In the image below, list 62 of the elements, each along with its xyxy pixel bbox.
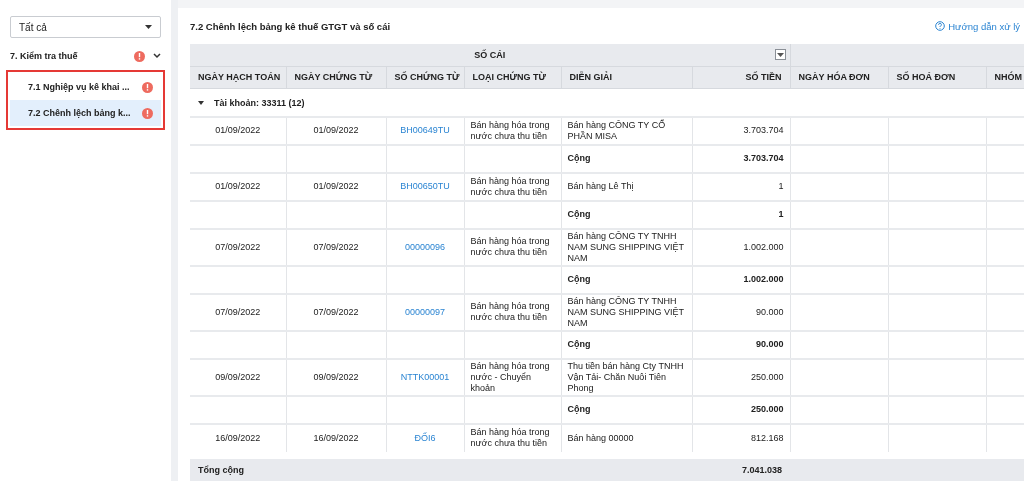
- subtotal-amount: 1: [778, 209, 784, 219]
- tree-item[interactable]: 7.2 Chênh lệch bảng k...: [10, 100, 161, 126]
- table-cell: 09/09/2022: [313, 371, 359, 382]
- subtotal-amount: 1.002.000: [743, 274, 784, 284]
- table-cell: Bán hàng CÔNG TY TNHH NAM SUNG SHIPPING VIỆT NAM: [567, 230, 684, 263]
- chevron-icon[interactable]: [153, 53, 161, 59]
- table-cell: Bán hàng hóa trong nước - Chuyển khoản: [470, 360, 550, 393]
- filter-icon[interactable]: [774, 49, 786, 60]
- subtotal-amount: 90.000: [755, 339, 784, 349]
- table-cell: 250.000: [750, 371, 784, 382]
- table-cell: Thu tiền bán hàng Cty TNHH Vận Tải- Chăn Nuôi Tiên Phong: [567, 360, 684, 393]
- table-cell: 16/09/2022: [215, 432, 261, 443]
- group-label: Tài khoản: 33311 (12): [214, 97, 305, 108]
- total-label: Tổng cộng: [198, 465, 244, 475]
- caret-icon: [145, 25, 152, 29]
- table-cell: Bán hàng hóa trong nước chưa thu tiền: [470, 175, 550, 197]
- help-icon: [935, 21, 946, 31]
- voucher-link[interactable]: 00000096: [404, 241, 445, 252]
- table-cell: Bán hàng hóa trong nước chưa thu tiền: [470, 301, 550, 322]
- subtotal-label: Cộng: [567, 209, 591, 219]
- page-title: 7.2 Chênh lệch bảng kê thuế GTGT và số cái: [190, 20, 391, 32]
- table-cell: 07/09/2022: [215, 241, 261, 252]
- subtotal-label: Cộng: [567, 404, 591, 414]
- subtotal-amount: 250.000: [750, 404, 784, 414]
- table-cell: Bán hàng hóa trong nước chưa thu tiền: [470, 119, 550, 141]
- tree-item[interactable]: 7. Kiểm tra thuế: [10, 44, 161, 68]
- table-cell: Bán hàng CÔNG TY CỔ PHẦN MISA: [567, 119, 666, 141]
- table-cell: 1.002.000: [743, 241, 784, 252]
- column-header: NGÀY HẠCH TOÁN: [190, 66, 286, 88]
- column-group-header: SỐ CÁI: [190, 44, 791, 66]
- table-cell: 1: [778, 181, 784, 191]
- table-cell: 01/09/2022: [313, 125, 359, 135]
- table-cell: 01/09/2022: [215, 125, 261, 135]
- help-link[interactable]: Hướng dẫn xử lý: [935, 20, 1020, 32]
- subtotal-amount: 3.703.704: [743, 153, 784, 163]
- caret-icon[interactable]: [198, 100, 204, 105]
- table-cell: 812.168: [750, 432, 784, 443]
- filter-dropdown[interactable]: Tất cả: [10, 16, 161, 38]
- table-cell: 07/09/2022: [313, 241, 359, 252]
- subtotal-label: Cộng: [567, 339, 591, 349]
- table-cell: Bán hàng CÔNG TY TNHH NAM SUNG SHIPPING VIỆT NAM: [567, 295, 684, 328]
- table-cell: Bán hàng hóa trong nước chưa thu tiền: [470, 427, 550, 448]
- tree-item[interactable]: 7.1 Nghiệp vụ kê khai ...: [10, 74, 161, 100]
- table-cell: 01/09/2022: [215, 181, 261, 191]
- table-cell: 16/09/2022: [313, 432, 359, 443]
- table-cell: 09/09/2022: [215, 371, 261, 382]
- table-cell: 3.703.704: [743, 125, 784, 135]
- total-amount: 7.041.038: [742, 465, 783, 475]
- subtotal-label: Cộng: [567, 274, 591, 284]
- table-cell: Bán hàng hóa trong nước chưa thu tiền: [470, 236, 550, 257]
- table-cell: 90.000: [755, 306, 784, 317]
- voucher-link[interactable]: 00000097: [404, 306, 445, 317]
- table-cell: 01/09/2022: [313, 181, 359, 191]
- voucher-link[interactable]: BH00650TU: [400, 181, 450, 191]
- table-cell: Bán hàng 00000: [567, 432, 634, 443]
- table-cell: Bán hàng Lê Thị: [567, 181, 634, 191]
- subtotal-label: Cộng: [567, 153, 591, 163]
- voucher-link[interactable]: ĐỐI6: [414, 432, 436, 443]
- table-cell: 07/09/2022: [215, 306, 261, 317]
- voucher-link[interactable]: BH00649TU: [400, 125, 450, 135]
- table-cell: 07/09/2022: [313, 306, 359, 317]
- voucher-link[interactable]: NTTK00001: [400, 371, 450, 382]
